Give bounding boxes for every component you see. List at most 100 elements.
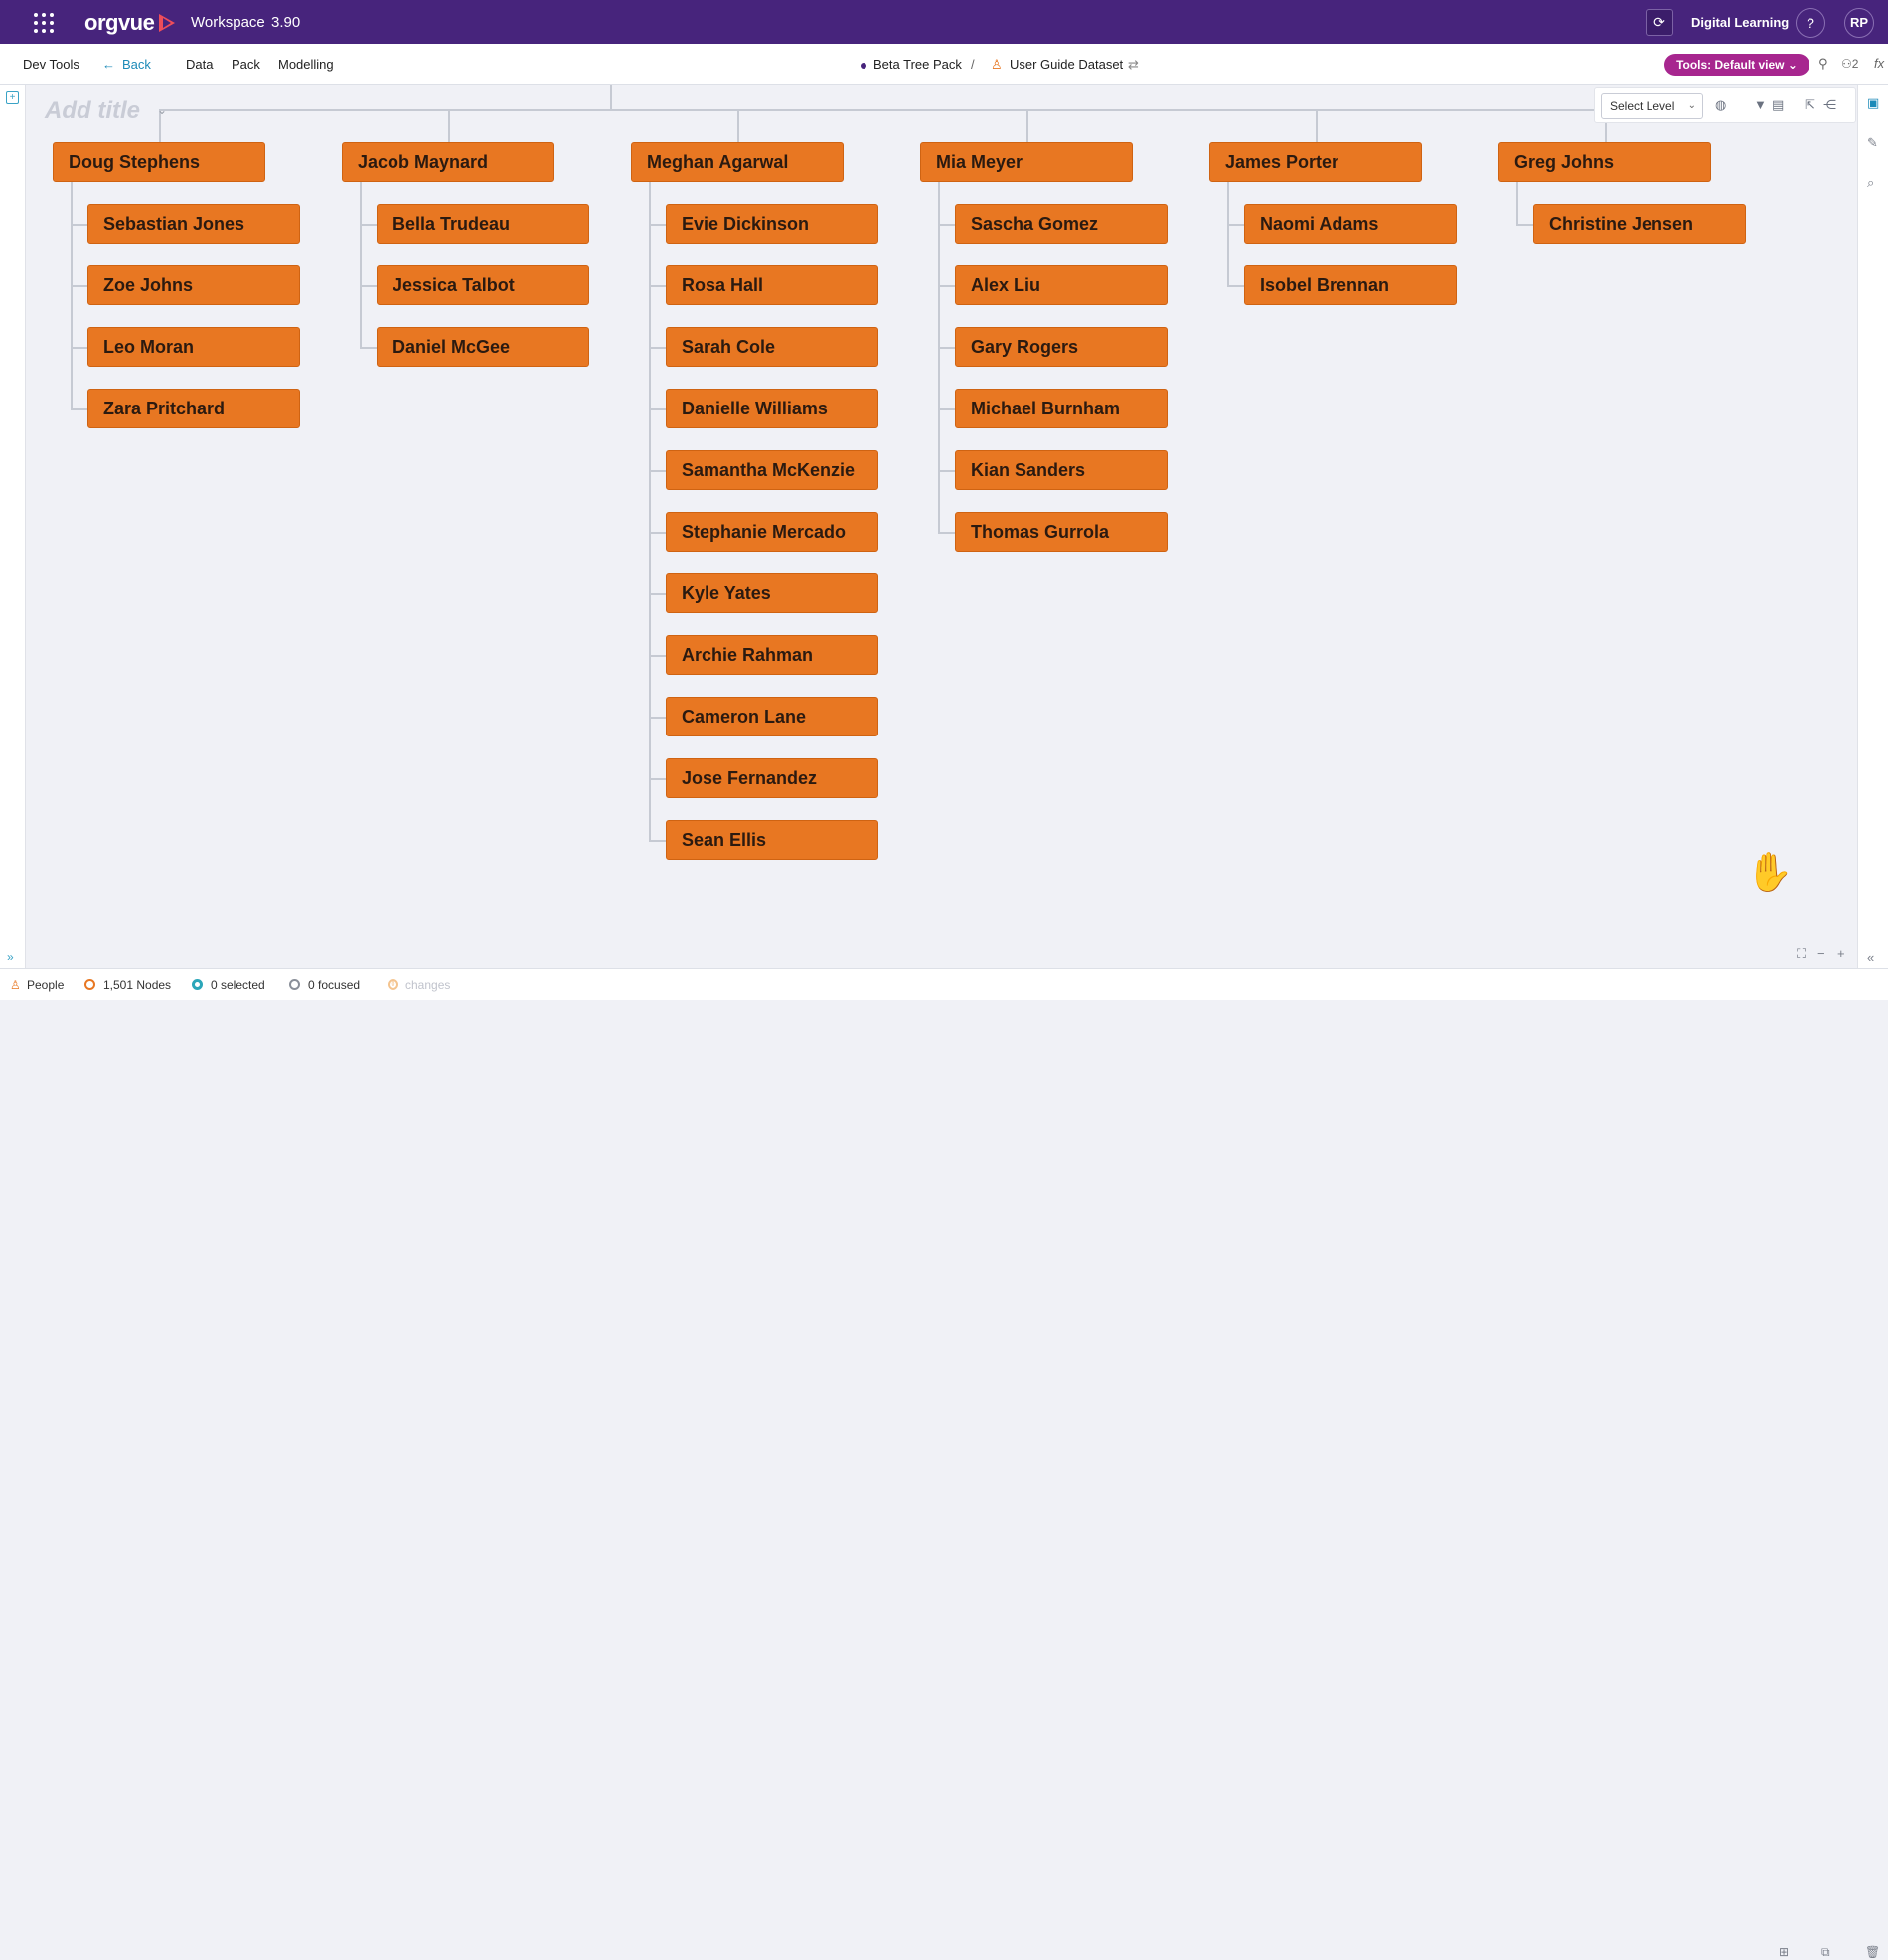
modelling-menu[interactable]: Modelling xyxy=(278,57,334,72)
tenant-name[interactable]: Digital Learning xyxy=(1691,15,1789,30)
formula-icon[interactable]: fx xyxy=(1874,56,1884,71)
report-node[interactable]: Christine Jensen xyxy=(1533,204,1746,244)
manager-node[interactable]: Meghan Agarwal xyxy=(631,142,844,182)
dataset-label[interactable]: People xyxy=(27,978,64,992)
expand-left-icon[interactable]: » xyxy=(7,950,14,964)
report-node[interactable]: Gary Rogers xyxy=(955,327,1168,367)
report-node[interactable]: Archie Rahman xyxy=(666,635,878,675)
changes-label[interactable]: changes xyxy=(405,978,450,992)
tree-connector xyxy=(1516,224,1533,226)
edit-pencil-icon[interactable]: ✎ xyxy=(1867,135,1878,151)
pin-icon[interactable]: ⚲ xyxy=(1818,56,1828,72)
report-node[interactable]: Zoe Johns xyxy=(87,265,300,305)
palette-icon[interactable]: ◍ xyxy=(1715,97,1726,113)
pack-menu[interactable]: Pack xyxy=(232,57,260,72)
breadcrumb-pack[interactable]: Beta Tree Pack xyxy=(873,57,962,72)
report-node[interactable]: Thomas Gurrola xyxy=(955,512,1168,552)
refresh-button[interactable]: ⟳ xyxy=(1646,9,1673,36)
report-node[interactable]: Isobel Brennan xyxy=(1244,265,1457,305)
user-avatar[interactable]: RP xyxy=(1844,8,1874,38)
tree-connector xyxy=(360,347,377,349)
report-node[interactable]: Evie Dickinson xyxy=(666,204,878,244)
version-label: 3.90 xyxy=(271,14,301,31)
tree-connector xyxy=(360,285,377,287)
manager-node[interactable]: Greg Johns xyxy=(1498,142,1711,182)
tree-connector xyxy=(1516,182,1518,224)
delete-icon[interactable]: 🗑 xyxy=(1865,1945,1880,1959)
report-node[interactable]: Daniel McGee xyxy=(377,327,589,367)
export-icon[interactable]: ⇱ xyxy=(1805,97,1815,113)
tree-connector xyxy=(649,470,666,472)
chevron-down-icon[interactable]: ⌄ xyxy=(157,103,167,117)
back-arrow-icon[interactable]: ← xyxy=(102,57,115,72)
add-panel-icon[interactable]: + xyxy=(6,91,19,104)
tree-connector xyxy=(1227,285,1244,287)
report-node[interactable]: Jessica Talbot xyxy=(377,265,589,305)
tree-connector xyxy=(649,717,666,719)
layers-icon[interactable]: ▤ xyxy=(1772,97,1784,113)
report-node[interactable]: Danielle Williams xyxy=(666,389,878,428)
top-bar: orgvue Workspace 3.90 ⟳ Digital Learning… xyxy=(0,0,1888,44)
report-node[interactable]: Sarah Cole xyxy=(666,327,878,367)
duplicate-icon[interactable]: ⧉ xyxy=(1821,1945,1830,1960)
report-node[interactable]: Kian Sanders xyxy=(955,450,1168,490)
secondary-toolbar: Dev Tools ← Back Data Pack Modelling Bet… xyxy=(0,44,1888,85)
report-node[interactable]: Sascha Gomez xyxy=(955,204,1168,244)
report-node[interactable]: Alex Liu xyxy=(955,265,1168,305)
pack-dot-icon xyxy=(861,63,866,69)
tree-connector xyxy=(649,285,666,287)
data-menu[interactable]: Data xyxy=(186,57,213,72)
report-node[interactable]: Sean Ellis xyxy=(666,820,878,860)
chart-title-input[interactable]: Add title xyxy=(45,97,140,125)
breadcrumb-dataset[interactable]: User Guide Dataset xyxy=(1010,57,1123,72)
filter-icon[interactable]: ▼ xyxy=(1754,97,1767,112)
report-node[interactable]: Zara Pritchard xyxy=(87,389,300,428)
manager-node[interactable]: Jacob Maynard xyxy=(342,142,554,182)
selected-count[interactable]: 0 selected xyxy=(211,978,265,992)
nodes-icon xyxy=(84,979,95,990)
manager-node[interactable]: Doug Stephens xyxy=(53,142,265,182)
report-node[interactable]: Stephanie Mercado xyxy=(666,512,878,552)
report-node[interactable]: Leo Moran xyxy=(87,327,300,367)
tree-connector xyxy=(649,840,666,842)
status-bar: ♙ People 1,501 Nodes 0 selected 0 focuse… xyxy=(0,968,1888,1959)
help-button[interactable]: ? xyxy=(1796,8,1825,38)
manager-node[interactable]: James Porter xyxy=(1209,142,1422,182)
fit-screen-icon[interactable]: ⛶ xyxy=(1797,946,1806,962)
dev-tools-menu[interactable]: Dev Tools xyxy=(23,57,79,72)
tree-connector xyxy=(360,182,362,347)
tools-view-dropdown[interactable]: Tools: Default view ⌄ xyxy=(1664,54,1809,76)
changes-count-badge: 0 xyxy=(388,979,398,990)
tree-connector xyxy=(938,408,955,410)
report-node[interactable]: Rosa Hall xyxy=(666,265,878,305)
properties-panel-icon[interactable]: ▣ xyxy=(1867,95,1879,111)
report-node[interactable]: Naomi Adams xyxy=(1244,204,1457,244)
node-count: 1,501 Nodes xyxy=(103,978,172,992)
app-launcher-icon[interactable] xyxy=(34,13,56,33)
report-node[interactable]: Bella Trudeau xyxy=(377,204,589,244)
swap-dataset-icon[interactable]: ⇄ xyxy=(1128,57,1139,73)
collaborators-icon[interactable]: ⚇2 xyxy=(1841,57,1858,71)
add-view-icon[interactable]: ⊞ xyxy=(1779,1945,1789,1959)
zoom-out-icon[interactable]: − xyxy=(1817,946,1825,961)
tree-connector xyxy=(938,224,955,226)
tree-connector xyxy=(1316,109,1318,142)
person-icon: ♙ xyxy=(991,57,1003,72)
search-icon[interactable]: ⌕ xyxy=(1867,175,1874,191)
report-node[interactable]: Samantha McKenzie xyxy=(666,450,878,490)
collapse-right-icon[interactable]: « xyxy=(1867,950,1874,965)
select-level-dropdown[interactable]: Select Level ⌄ xyxy=(1601,93,1703,119)
tree-connector xyxy=(71,224,87,226)
report-node[interactable]: Sebastian Jones xyxy=(87,204,300,244)
orgvue-logo: orgvue xyxy=(84,10,155,35)
back-button[interactable]: Back xyxy=(122,57,151,72)
focused-count[interactable]: 0 focused xyxy=(308,978,360,992)
share-icon[interactable]: ⋲ xyxy=(1823,97,1836,113)
report-node[interactable]: Kyle Yates xyxy=(666,573,878,613)
manager-node[interactable]: Mia Meyer xyxy=(920,142,1133,182)
zoom-in-icon[interactable]: + xyxy=(1837,946,1845,961)
report-node[interactable]: Cameron Lane xyxy=(666,697,878,736)
tree-connector xyxy=(938,347,955,349)
report-node[interactable]: Jose Fernandez xyxy=(666,758,878,798)
report-node[interactable]: Michael Burnham xyxy=(955,389,1168,428)
